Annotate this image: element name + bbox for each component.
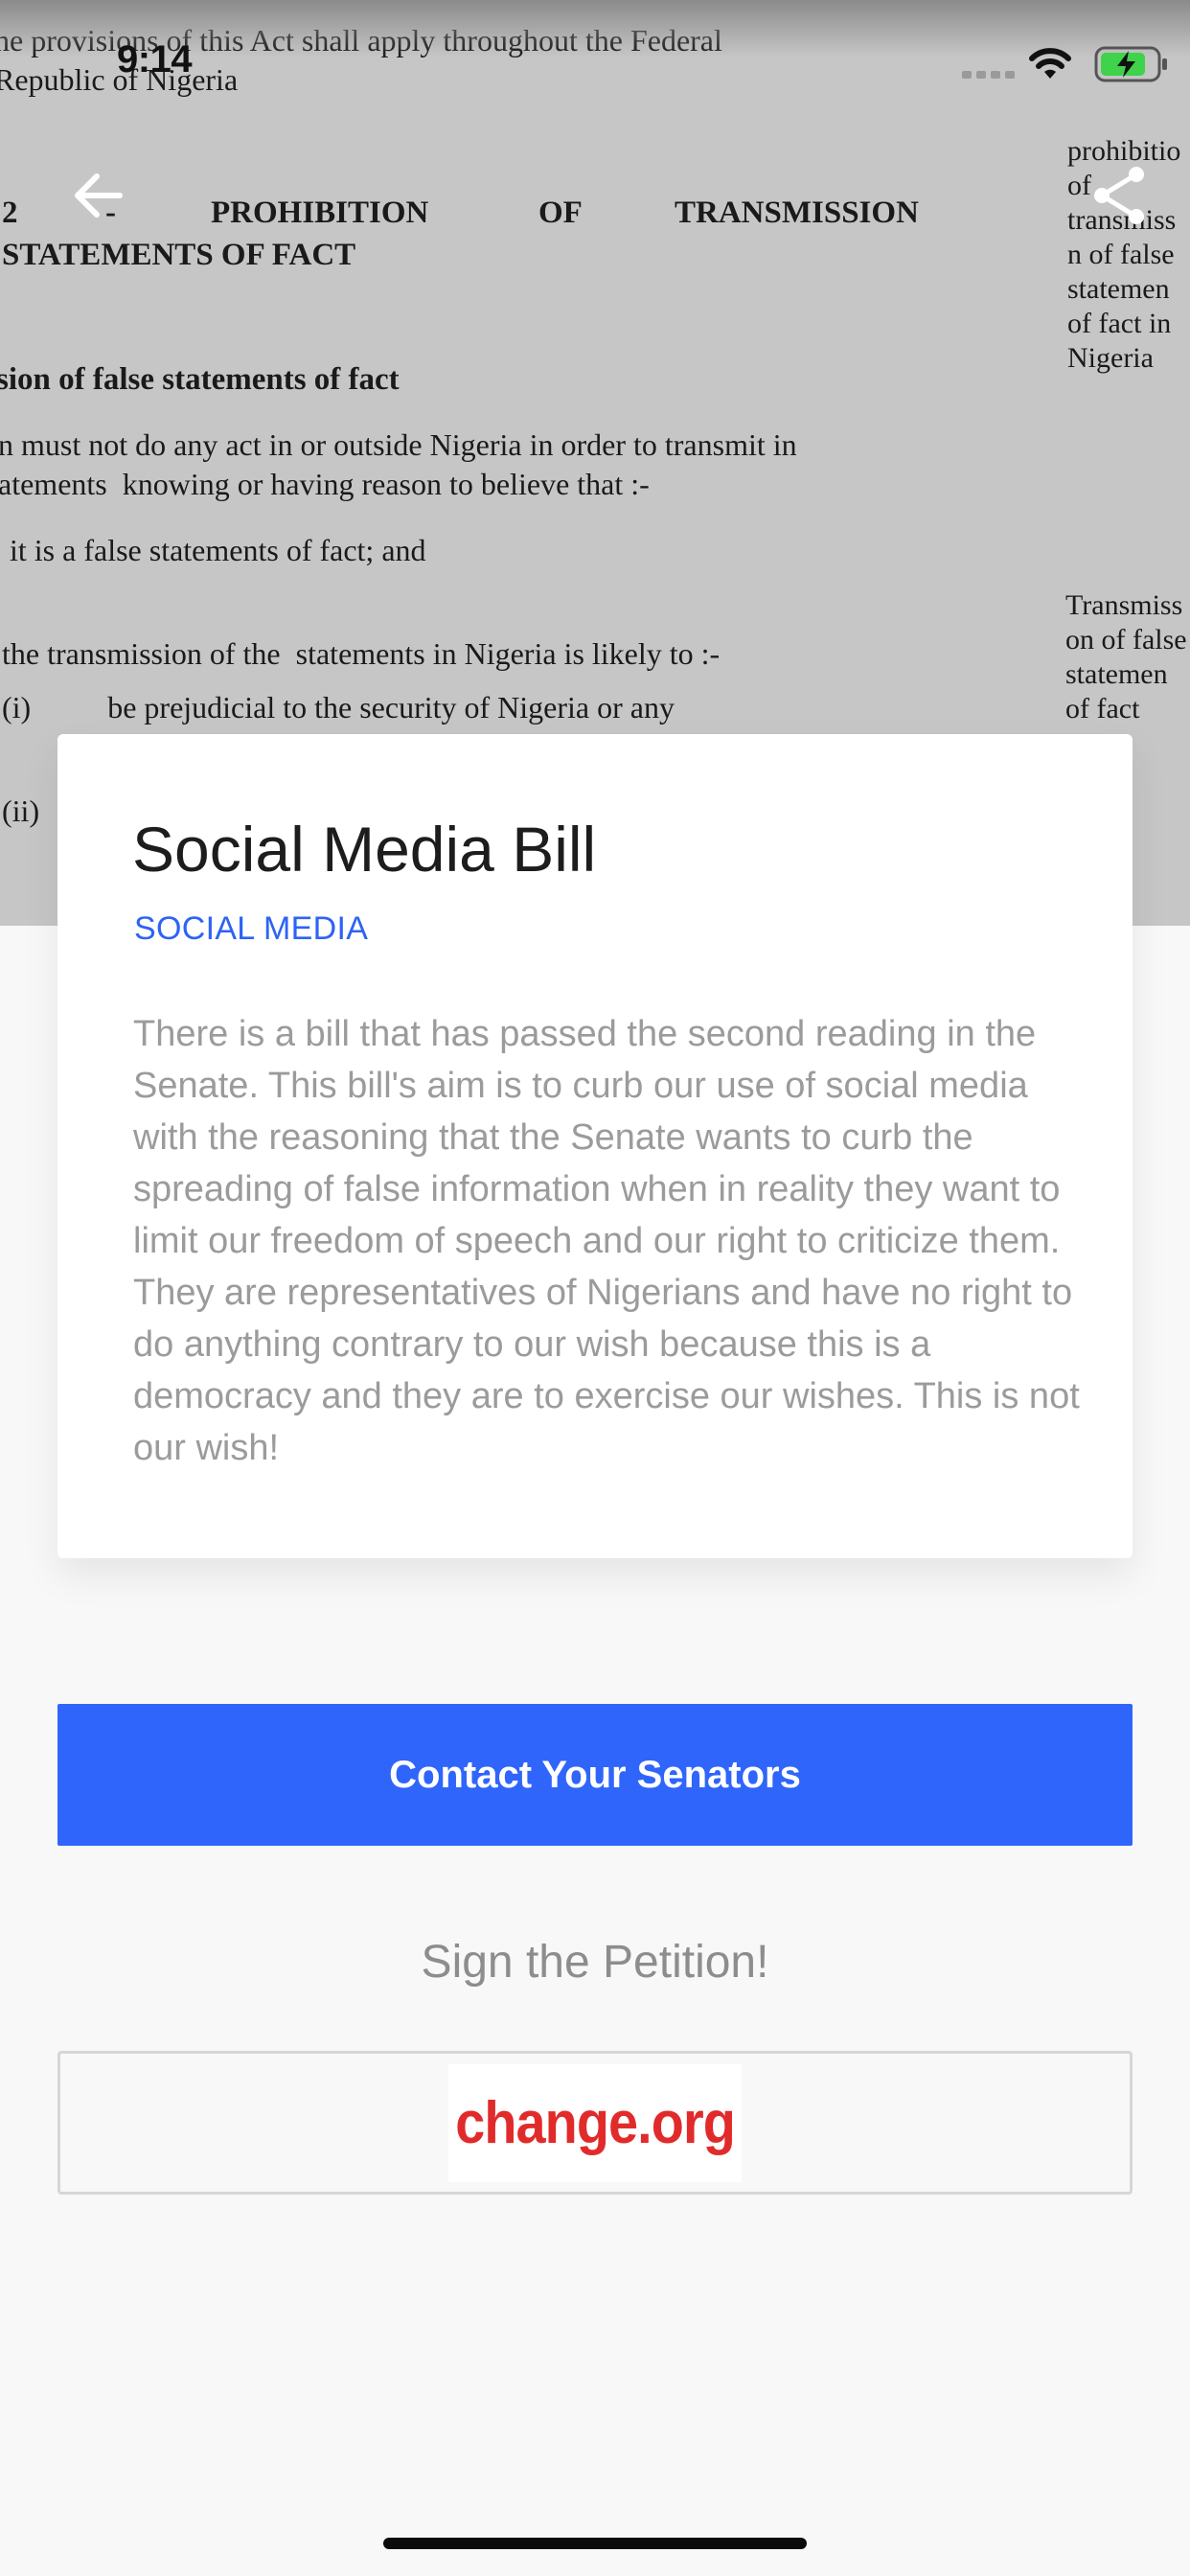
home-indicator [383, 2538, 807, 2549]
document-heading-word-3: TRANSMISSION [675, 196, 919, 230]
bill-description: There is a bill that has passed the seco… [133, 1014, 1080, 1468]
sign-petition-button[interactable]: change.org [57, 2051, 1133, 2195]
petition-heading: Sign the Petition! [421, 1937, 769, 1988]
battery-charging-icon [1094, 46, 1167, 82]
share-button[interactable] [1081, 157, 1157, 234]
bill-category: SOCIAL MEDIA [134, 910, 369, 947]
document-section-title: sion of false statements of fact [0, 362, 400, 397]
document-heading-number: 2 [2, 196, 18, 230]
document-paragraph: n must not do any act in or outside Nige… [0, 427, 797, 501]
document-paragraph: it is a false statements of fact; and [2, 533, 426, 567]
bill-title: Social Media Bill [132, 814, 597, 885]
share-icon [1094, 167, 1144, 224]
document-heading-word-2: OF [538, 196, 583, 230]
document-heading-word-1: PROHIBITION [211, 196, 429, 230]
document-paragraph: (i) be prejudicial to the security of Ni… [2, 690, 675, 724]
document-paragraph: (ii) [2, 794, 40, 828]
bill-card: Social Media Bill SOCIAL MEDIA There is … [57, 734, 1133, 1558]
wifi-icon [1029, 48, 1071, 79]
document-margin-note: Transmiss on of false statemen of fact [1065, 589, 1187, 724]
document-heading-line-2: STATEMENTS OF FACT [2, 238, 356, 272]
contact-senators-button[interactable]: Contact Your Senators [57, 1704, 1133, 1846]
change-org-logo: change.org [447, 2063, 743, 2182]
document-paragraph: the transmission of the statements in Ni… [2, 636, 721, 671]
arrow-left-icon [75, 173, 123, 218]
cellular-signal-icon [962, 71, 1016, 79]
back-button[interactable] [59, 157, 136, 234]
status-time: 9:14 [117, 38, 193, 80]
